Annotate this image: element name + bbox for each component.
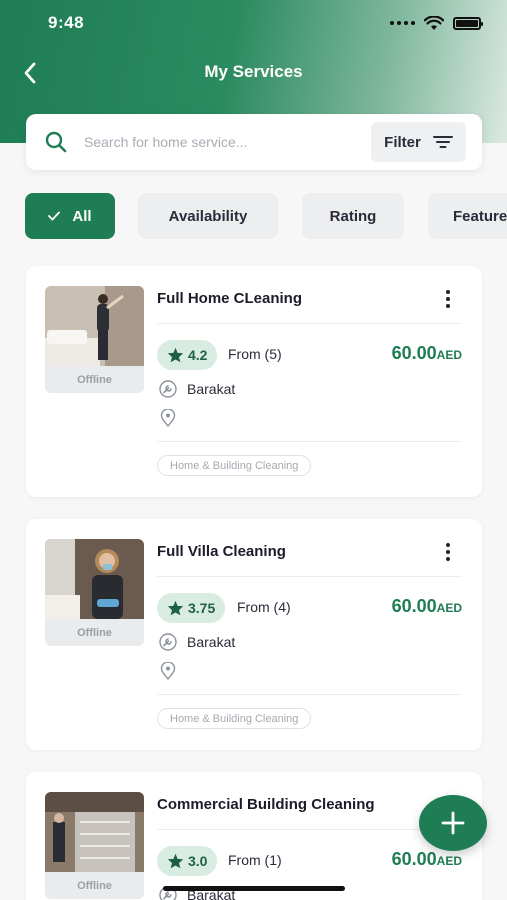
wifi-icon (424, 15, 444, 30)
service-thumbnail: Offline (45, 286, 144, 393)
reviews-count: From (4) (237, 599, 291, 615)
chip-label: All (72, 207, 92, 225)
service-photo (45, 539, 144, 619)
rating-badge: 3.75 (157, 593, 226, 623)
service-card[interactable]: Offline Full Villa Cleaning 3.75 From (4… (26, 519, 482, 750)
location-pin-icon (160, 661, 176, 681)
provider-row: Barakat (159, 633, 235, 651)
check-icon (48, 211, 61, 221)
star-icon (167, 853, 184, 869)
wrench-icon (159, 380, 177, 398)
divider (157, 694, 462, 695)
chip-all[interactable]: All (25, 193, 115, 239)
status-label: Offline (77, 626, 112, 639)
divider (157, 323, 462, 324)
top-bar: My Services (0, 52, 507, 94)
divider (157, 441, 462, 442)
filter-chips: All Availability Rating Feature (25, 193, 507, 239)
location-pin-icon (160, 408, 176, 428)
price-value: 60.00 (391, 343, 437, 363)
filter-label: Filter (384, 133, 421, 151)
service-title: Full Home CLeaning (157, 290, 303, 307)
page-title: My Services (204, 62, 303, 81)
signal-icon (390, 21, 415, 25)
provider-row: Barakat (159, 380, 235, 398)
battery-icon (453, 16, 483, 30)
more-options-button[interactable] (438, 288, 458, 310)
search-icon (45, 131, 67, 153)
category-tag: Home & Building Cleaning (157, 455, 312, 476)
service-title: Commercial Building Cleaning (157, 796, 375, 813)
price-currency: AED (436, 601, 462, 615)
rating-value: 3.0 (188, 853, 208, 869)
divider (157, 576, 462, 577)
price-value: 60.00 (391, 849, 437, 869)
service-card[interactable]: Offline Full Home CLeaning 4.2 From (5) … (26, 266, 482, 497)
price-currency: AED (436, 348, 462, 362)
status-time: 9:48 (48, 13, 85, 32)
search-bar: Filter (26, 114, 482, 170)
location-row (160, 661, 176, 685)
chip-label: Feature (453, 207, 507, 225)
rating-value: 3.75 (188, 600, 216, 616)
service-thumbnail: Offline (45, 539, 144, 646)
home-indicator (163, 886, 345, 891)
price: 60.00AED (392, 596, 462, 617)
search-input[interactable] (84, 134, 354, 150)
rating-badge: 3.0 (157, 846, 218, 876)
add-service-button[interactable] (419, 795, 487, 851)
price: 60.00AED (392, 849, 462, 870)
star-icon (167, 600, 184, 616)
more-options-button[interactable] (438, 541, 458, 563)
category-tag: Home & Building Cleaning (157, 708, 312, 729)
filter-icon (432, 136, 453, 148)
service-photo (45, 286, 144, 366)
service-thumbnail: Offline (45, 792, 144, 899)
filter-button[interactable]: Filter (371, 122, 466, 162)
divider (157, 829, 462, 830)
rating-value: 4.2 (188, 347, 208, 363)
provider-name: Barakat (187, 634, 236, 650)
service-card[interactable]: Offline Commercial Building Cleaning 3.0… (26, 772, 482, 900)
service-title: Full Villa Cleaning (157, 543, 286, 560)
reviews-count: From (1) (228, 852, 282, 868)
status-label: Offline (77, 879, 112, 892)
plus-icon (441, 811, 465, 835)
rating-badge: 4.2 (157, 340, 218, 370)
price-value: 60.00 (391, 596, 437, 616)
chip-rating[interactable]: Rating (302, 193, 404, 239)
reviews-count: From (5) (228, 346, 282, 362)
status-bar: 9:48 (0, 0, 507, 46)
location-row (160, 408, 176, 432)
chip-availability[interactable]: Availability (138, 193, 278, 239)
price: 60.00AED (392, 343, 462, 364)
chip-label: Rating (329, 207, 377, 225)
chip-label: Availability (168, 207, 248, 225)
status-label: Offline (77, 373, 112, 386)
price-currency: AED (436, 854, 462, 868)
service-photo (45, 792, 144, 872)
chip-feature[interactable]: Feature (428, 193, 507, 239)
status-icons (390, 15, 483, 31)
provider-name: Barakat (187, 381, 236, 397)
wrench-icon (159, 633, 177, 651)
star-icon (167, 347, 184, 363)
